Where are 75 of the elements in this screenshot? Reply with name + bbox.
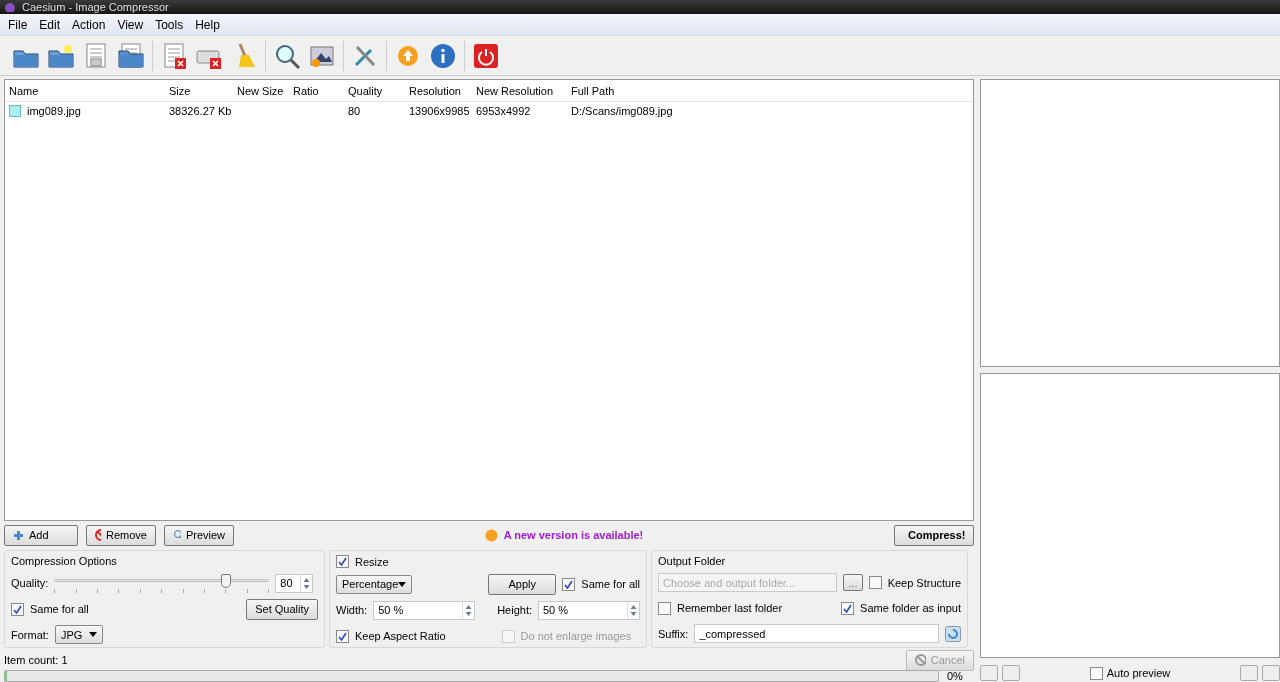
spin-arrows-icon[interactable] bbox=[627, 601, 639, 619]
table-cell-text: 6953x4992 bbox=[475, 105, 532, 117]
window-title: Caesium - Image Compressor bbox=[22, 0, 169, 14]
checkbox[interactable] bbox=[868, 576, 882, 589]
browse-button[interactable]: ... bbox=[843, 574, 863, 591]
column-header[interactable]: Ratio bbox=[289, 84, 344, 97]
image-file-icon bbox=[9, 105, 21, 117]
item-count: Item count: 1 bbox=[4, 654, 68, 666]
resize-mode-dropdown[interactable]: Percentage bbox=[336, 574, 412, 594]
set-quality-button[interactable]: Set Quality bbox=[246, 598, 318, 620]
checkbox-label: Keep Structure bbox=[887, 576, 961, 589]
height-label: Height: bbox=[497, 604, 532, 616]
apply-button[interactable]: Apply bbox=[488, 573, 557, 595]
group-title: Compression Options bbox=[11, 555, 118, 567]
checkbox[interactable] bbox=[841, 601, 855, 615]
checkbox[interactable] bbox=[336, 555, 349, 568]
menu-item[interactable]: View bbox=[111, 18, 150, 32]
list-button[interactable]: Add bbox=[4, 524, 78, 546]
menu-item[interactable]: Action bbox=[66, 18, 112, 32]
checkbox[interactable] bbox=[1089, 666, 1103, 680]
checkbox-label: Remember last folder bbox=[677, 602, 783, 614]
suffix-label: Suffix: bbox=[658, 627, 689, 640]
checkbox[interactable] bbox=[658, 601, 671, 615]
suffix-field[interactable]: _compressed bbox=[694, 624, 940, 643]
group-title: Output Folder bbox=[658, 555, 727, 567]
width-spinbox[interactable]: 50 % bbox=[373, 600, 476, 620]
menu-item[interactable]: File bbox=[2, 18, 34, 32]
quality-slider[interactable] bbox=[54, 573, 270, 593]
list-button[interactable]: Remove bbox=[86, 524, 156, 546]
checkbox-label: Same folder as input bbox=[860, 602, 961, 614]
reset-icon[interactable] bbox=[945, 625, 961, 642]
width-label: Width: bbox=[336, 604, 368, 616]
checkbox[interactable] bbox=[562, 577, 576, 591]
column-header[interactable]: Resolution bbox=[405, 84, 472, 97]
table-cell-text: 13906x9985 bbox=[408, 105, 471, 117]
table-cell-text: 38326.27 Kb bbox=[168, 105, 233, 117]
open-list-icon[interactable] bbox=[117, 41, 145, 70]
compress-button[interactable]: Compress! bbox=[894, 524, 974, 546]
checkbox-label: Keep Aspect Ratio bbox=[355, 630, 446, 642]
checkbox-label: Resize bbox=[355, 555, 389, 568]
format-label: Format: bbox=[11, 628, 49, 641]
info-icon[interactable] bbox=[429, 41, 457, 70]
column-header[interactable]: New Resolution bbox=[472, 84, 567, 97]
column-header[interactable]: New Size bbox=[233, 84, 289, 97]
checkbox-label: Auto preview bbox=[1106, 667, 1171, 680]
table-cell-text: D:/Scans/img089.jpg bbox=[570, 105, 674, 117]
progress-percent: 0% bbox=[947, 670, 963, 682]
table-cell-text: 80 bbox=[347, 105, 362, 117]
height-spinbox[interactable]: 50 % bbox=[538, 600, 640, 620]
update-notice[interactable]: A new version is available! bbox=[503, 529, 644, 541]
checkbox[interactable] bbox=[11, 602, 24, 616]
update-icon bbox=[484, 528, 498, 542]
checkbox-label: Same for all bbox=[581, 578, 640, 590]
plus-icon bbox=[13, 529, 24, 541]
list-button[interactable]: Preview bbox=[164, 524, 234, 546]
column-header[interactable]: Size bbox=[165, 84, 233, 97]
format-dropdown[interactable]: JPG bbox=[54, 625, 103, 644]
menu-item[interactable]: Help bbox=[189, 18, 226, 32]
menu-item[interactable]: Tools bbox=[149, 18, 190, 32]
output-folder-field[interactable]: Choose and output folder... bbox=[658, 573, 838, 592]
menu-item[interactable]: Edit bbox=[33, 18, 67, 32]
checkbox[interactable] bbox=[336, 629, 349, 643]
slider-thumb[interactable] bbox=[221, 574, 232, 588]
caret-icon bbox=[88, 632, 97, 637]
column-header[interactable]: Name bbox=[5, 84, 165, 97]
column-header[interactable]: Full Path bbox=[567, 84, 867, 97]
checkbox-label: Do not enlarge images bbox=[520, 630, 632, 642]
app-icon bbox=[4, 2, 16, 12]
power-icon[interactable] bbox=[472, 41, 500, 70]
caret-icon bbox=[398, 581, 406, 587]
quality-spinbox[interactable]: 80 bbox=[275, 573, 314, 593]
column-header[interactable]: Quality bbox=[344, 84, 405, 97]
table-cell: img089.jpg bbox=[27, 105, 81, 117]
quality-label: Quality: bbox=[11, 577, 49, 589]
checkbox-label: Same for all bbox=[30, 603, 89, 615]
